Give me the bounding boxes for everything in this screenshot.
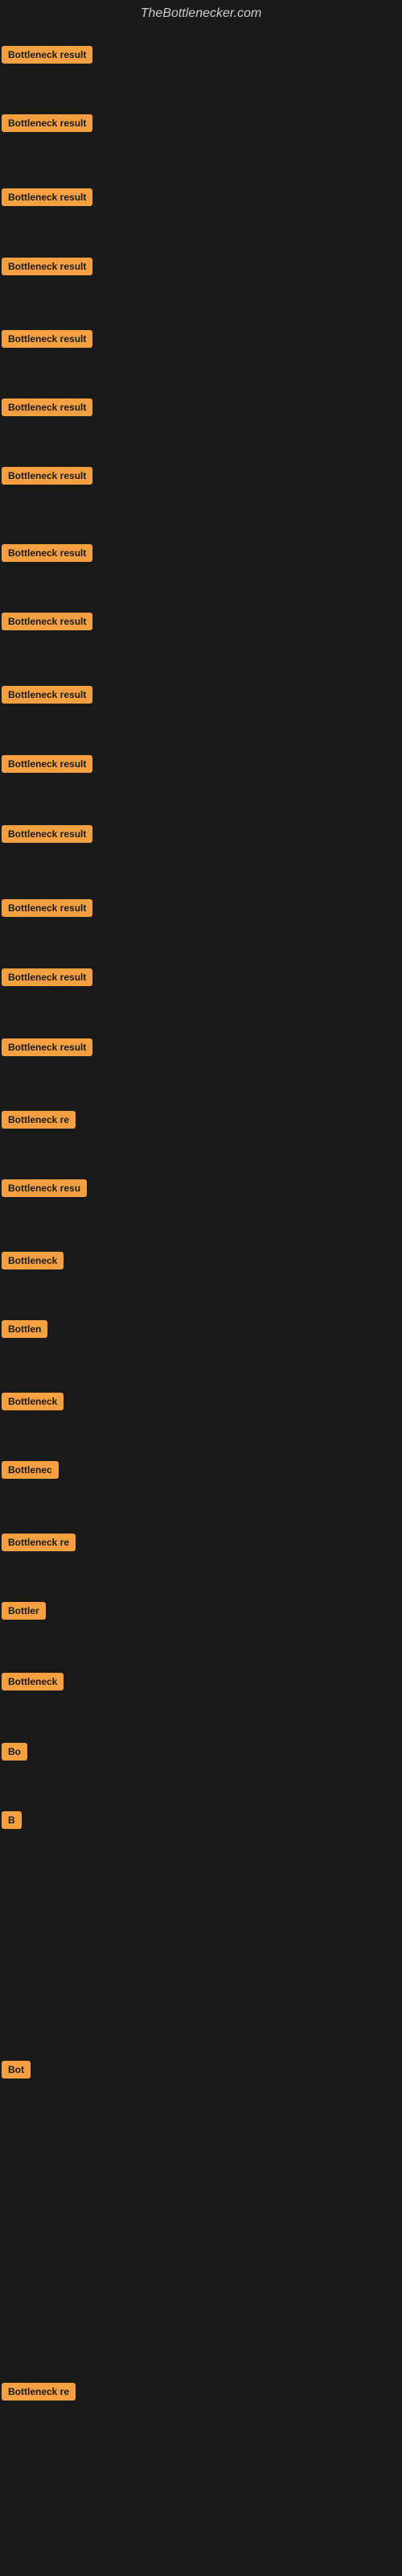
- bottleneck-badge: Bottleneck result: [2, 755, 92, 773]
- bottleneck-badge: Bottleneck: [2, 1673, 64, 1690]
- bottleneck-badge: Bottlen: [2, 1320, 47, 1338]
- bottleneck-item: Bottleneck resu: [2, 1179, 87, 1201]
- bottleneck-badge: Bottleneck re: [2, 1111, 76, 1129]
- bottleneck-badge: Bottleneck result: [2, 825, 92, 843]
- bottleneck-badge: Bottleneck result: [2, 330, 92, 348]
- bottleneck-item: Bottleneck result: [2, 258, 92, 279]
- bottleneck-item: Bottleneck result: [2, 686, 92, 708]
- bottleneck-item: Bottleneck result: [2, 968, 92, 990]
- bottleneck-item: Bottleneck result: [2, 330, 92, 352]
- bottleneck-item: Bottleneck re: [2, 2383, 76, 2405]
- bottleneck-badge: Bottleneck result: [2, 1038, 92, 1056]
- bottleneck-badge: Bottleneck re: [2, 2383, 76, 2401]
- bottleneck-item: Bottleneck: [2, 1252, 64, 1274]
- bottleneck-badge: Bottleneck result: [2, 46, 92, 64]
- bottleneck-badge: Bottleneck result: [2, 258, 92, 275]
- bottleneck-item: Bot: [2, 2061, 31, 2083]
- bottleneck-item: B: [2, 1811, 22, 1833]
- bottleneck-badge: Bottleneck result: [2, 544, 92, 562]
- bottleneck-item: Bottleneck re: [2, 1534, 76, 1555]
- bottleneck-item: Bottleneck result: [2, 899, 92, 921]
- bottleneck-item: Bottleneck result: [2, 1038, 92, 1060]
- site-title: TheBottlenecker.com: [0, 0, 402, 24]
- bottleneck-item: Bottleneck result: [2, 544, 92, 566]
- bottleneck-badge: Bottleneck result: [2, 188, 92, 206]
- bottleneck-badge: Bottleneck result: [2, 613, 92, 630]
- bottleneck-badge: Bottleneck result: [2, 467, 92, 485]
- bottleneck-badge: Bottleneck: [2, 1252, 64, 1269]
- bottleneck-badge: Bottleneck result: [2, 968, 92, 986]
- bottleneck-item: Bottleneck result: [2, 467, 92, 489]
- bottleneck-item: Bottler: [2, 1602, 46, 1624]
- bottleneck-badge: Bottleneck re: [2, 1534, 76, 1551]
- bottleneck-badge: Bottleneck result: [2, 114, 92, 132]
- bottleneck-item: Bottleneck re: [2, 1111, 76, 1133]
- bottleneck-badge: Bot: [2, 2061, 31, 2079]
- bottleneck-item: Bottleneck: [2, 1393, 64, 1414]
- bottleneck-item: Bottleneck result: [2, 613, 92, 634]
- bottleneck-badge: Bottleneck result: [2, 398, 92, 416]
- bottleneck-badge: Bottleneck: [2, 1393, 64, 1410]
- bottleneck-item: Bottleneck result: [2, 398, 92, 420]
- bottleneck-badge: Bottlenec: [2, 1461, 59, 1479]
- bottleneck-item: Bottleneck result: [2, 46, 92, 68]
- bottleneck-item: Bottlenec: [2, 1461, 59, 1483]
- bottleneck-badge: B: [2, 1811, 22, 1829]
- bottleneck-item: Bottleneck result: [2, 188, 92, 210]
- bottleneck-badge: Bottleneck result: [2, 686, 92, 704]
- bottleneck-item: Bo: [2, 1743, 27, 1765]
- bottleneck-badge: Bottleneck resu: [2, 1179, 87, 1197]
- bottleneck-item: Bottleneck result: [2, 755, 92, 777]
- bottleneck-badge: Bo: [2, 1743, 27, 1761]
- bottleneck-badge: Bottler: [2, 1602, 46, 1620]
- bottleneck-item: Bottleneck result: [2, 114, 92, 136]
- bottleneck-item: Bottlen: [2, 1320, 47, 1342]
- bottleneck-item: Bottleneck result: [2, 825, 92, 847]
- bottleneck-badge: Bottleneck result: [2, 899, 92, 917]
- bottleneck-item: Bottleneck: [2, 1673, 64, 1695]
